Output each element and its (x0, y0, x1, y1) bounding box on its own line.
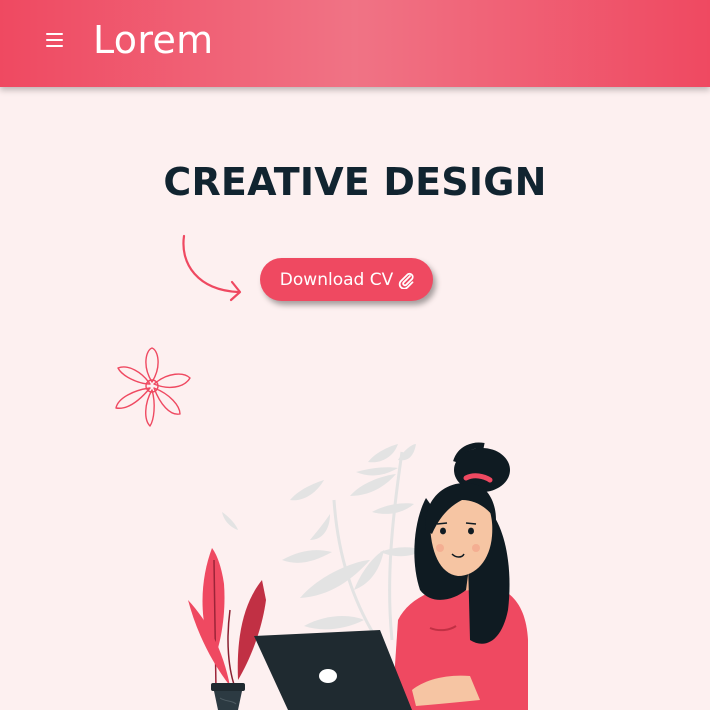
brand-logo[interactable]: Lorem (93, 14, 213, 66)
app-header: Lorem (0, 0, 710, 87)
hamburger-menu-icon[interactable] (46, 31, 64, 47)
woman-at-laptop-illustration (188, 442, 528, 710)
